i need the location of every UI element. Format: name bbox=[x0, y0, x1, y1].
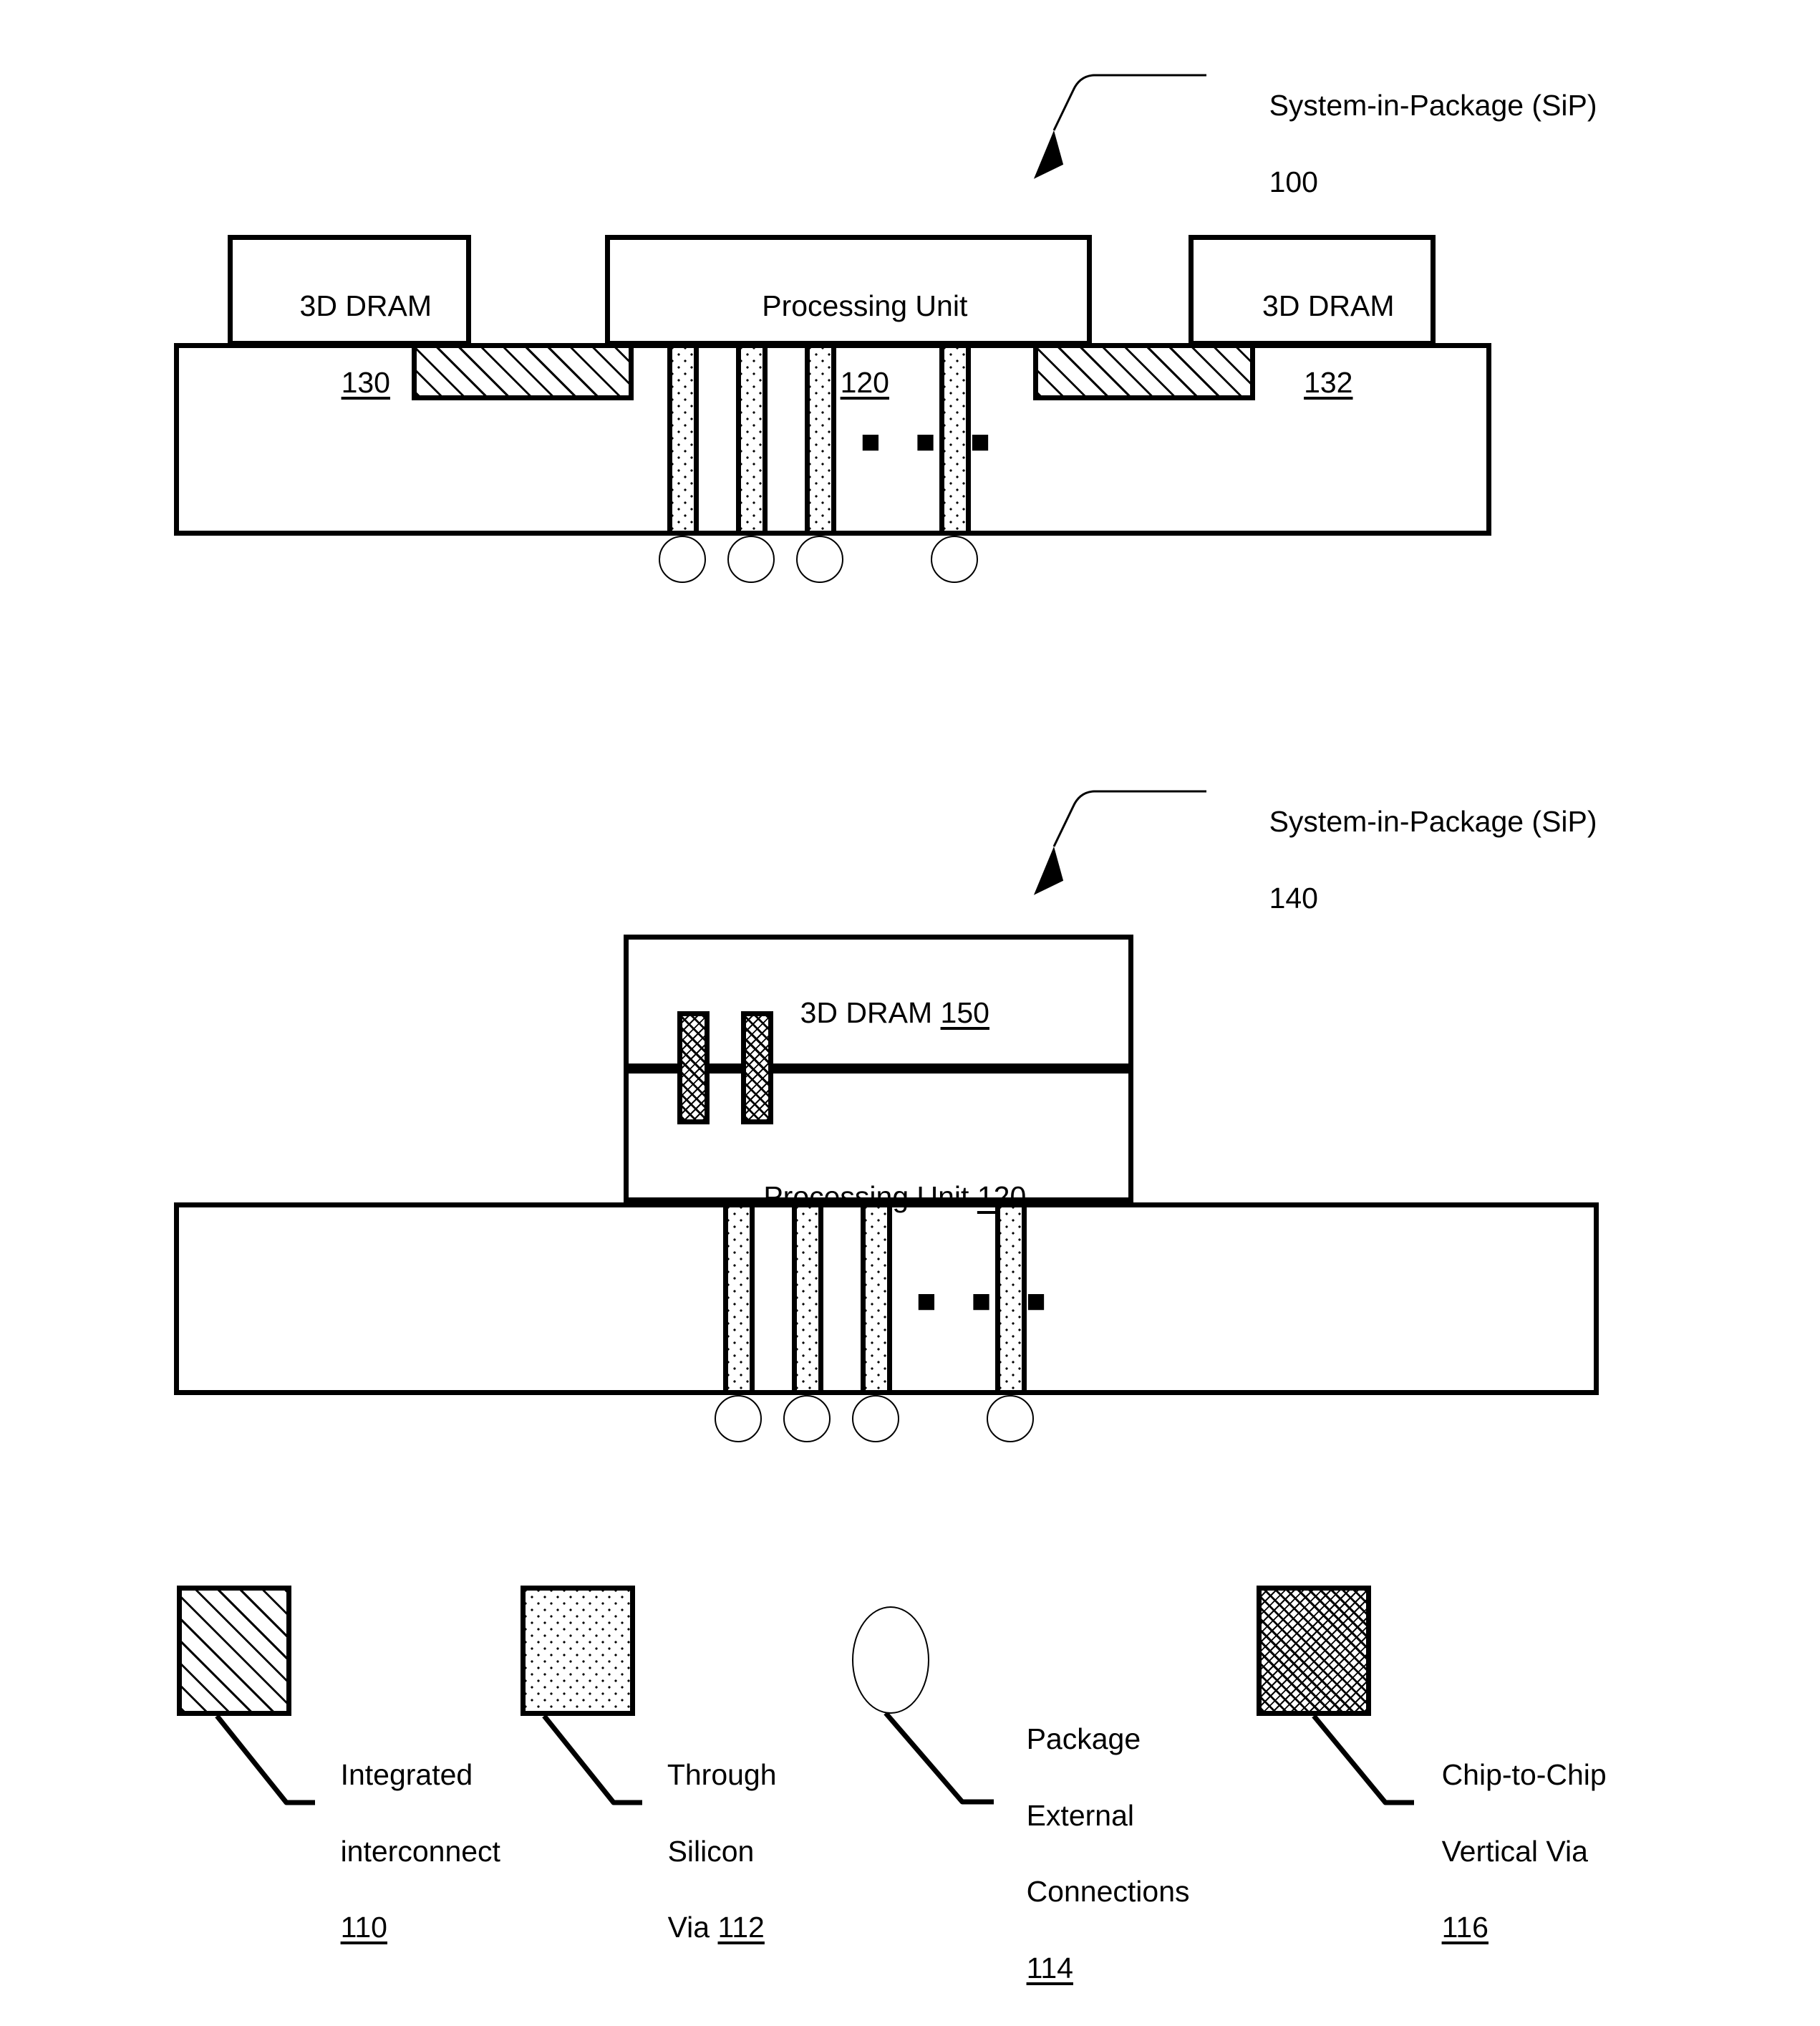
legend-leader-110 bbox=[215, 1714, 315, 1805]
legend-swatch-integrated-interconnect bbox=[177, 1586, 291, 1716]
sip-100-callout: System-in-Package (SiP) 100 bbox=[1236, 49, 1597, 239]
tsv-2-bottom bbox=[792, 1202, 823, 1395]
processing-unit-120-ref-top: 120 bbox=[840, 365, 889, 399]
dram-132-title: 3D DRAM bbox=[1262, 289, 1395, 323]
dram-130-ref: 130 bbox=[341, 365, 390, 399]
legend-110-ref: 110 bbox=[340, 1911, 387, 1944]
dram-150-title: 3D DRAM bbox=[800, 996, 933, 1030]
legend-116-ref: 116 bbox=[1441, 1911, 1489, 1944]
legend-leader-114 bbox=[884, 1711, 994, 1805]
sip-140-callout: System-in-Package (SiP) 140 bbox=[1236, 765, 1597, 955]
integrated-interconnect-left-top bbox=[412, 343, 634, 400]
c2c-vertical-via-1 bbox=[677, 1011, 710, 1124]
legend-114-line2: External bbox=[1026, 1798, 1134, 1832]
external-connection-1-top bbox=[659, 536, 706, 583]
legend-114-ref: 114 bbox=[1026, 1952, 1073, 1985]
legend-leader-112 bbox=[542, 1714, 642, 1805]
tsv-3-top bbox=[805, 343, 836, 536]
legend-110-line1: Integrated bbox=[340, 1758, 473, 1792]
tsv-1-top bbox=[667, 343, 699, 536]
legend-114-line1: Package bbox=[1026, 1722, 1141, 1756]
external-connection-4-top bbox=[931, 536, 978, 583]
integrated-interconnect-right-top bbox=[1033, 343, 1255, 400]
tsv-ellipsis-top: ■ ■ ■ bbox=[861, 423, 1003, 460]
legend-swatch-through-silicon-via bbox=[521, 1586, 635, 1716]
sip-140-callout-line1: System-in-Package (SiP) bbox=[1269, 805, 1597, 839]
legend-110-line2: interconnect bbox=[340, 1834, 500, 1868]
external-connection-4-bottom bbox=[987, 1395, 1034, 1442]
legend-116-line2: Vertical Via bbox=[1441, 1834, 1588, 1868]
callout-leader-sip-140 bbox=[1033, 790, 1206, 895]
sip-140-callout-line2: 140 bbox=[1269, 881, 1318, 915]
external-connection-3-top bbox=[796, 536, 843, 583]
legend-label-through-silicon-via: Through Silicon Via 112 bbox=[635, 1718, 777, 1985]
legend-112-line1: Through bbox=[667, 1758, 777, 1792]
processing-unit-120-title-top: Processing Unit bbox=[762, 289, 968, 323]
legend-label-chip-to-chip-vertical-via: Chip-to-Chip Vertical Via 116 bbox=[1409, 1718, 1607, 1985]
legend-112-ref: 112 bbox=[717, 1911, 765, 1944]
tsv-ellipsis-bottom: ■ ■ ■ bbox=[916, 1282, 1059, 1319]
external-connection-2-top bbox=[727, 536, 775, 583]
legend-112-line2: Silicon bbox=[667, 1834, 755, 1868]
legend-114-line3: Connections bbox=[1026, 1875, 1190, 1909]
tsv-3-bottom bbox=[861, 1202, 892, 1395]
legend-leader-116 bbox=[1312, 1714, 1414, 1805]
dram-130-title: 3D DRAM bbox=[299, 289, 432, 323]
external-connection-1-bottom bbox=[715, 1395, 762, 1442]
legend-swatch-package-external-connections bbox=[852, 1606, 929, 1714]
sip-100-callout-line1: System-in-Package (SiP) bbox=[1269, 89, 1597, 122]
figure-canvas: System-in-Package (SiP) 100 3D DRAM 130 … bbox=[0, 0, 1820, 1984]
legend-112-line3: Via bbox=[667, 1911, 718, 1944]
legend-label-package-external-connections: Package External Connections 114 bbox=[994, 1682, 1190, 2026]
tsv-2-top bbox=[736, 343, 768, 536]
legend-swatch-chip-to-chip-vertical-via bbox=[1257, 1586, 1371, 1716]
external-connection-3-bottom bbox=[852, 1395, 899, 1442]
legend-label-integrated-interconnect: Integrated interconnect 110 bbox=[308, 1718, 500, 1985]
dram-132-ref: 132 bbox=[1304, 365, 1353, 399]
external-connection-2-bottom bbox=[783, 1395, 831, 1442]
tsv-1-bottom bbox=[723, 1202, 755, 1395]
sip-100-callout-line2: 100 bbox=[1269, 165, 1318, 198]
c2c-vertical-via-2 bbox=[741, 1011, 773, 1124]
legend-116-line1: Chip-to-Chip bbox=[1441, 1758, 1607, 1792]
dram-150-ref: 150 bbox=[940, 996, 989, 1030]
